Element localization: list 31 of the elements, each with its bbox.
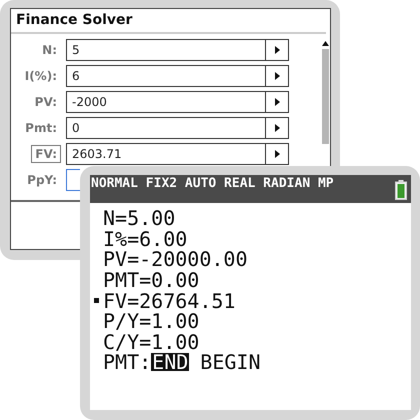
variable-line[interactable]: N=5.00 [103, 208, 176, 228]
field-label: PpY: [26, 172, 58, 189]
variable-line: PMT: [103, 352, 152, 372]
status-text: NORMAL FIX2 AUTO REAL RADIAN MP [91, 177, 334, 191]
variable-line[interactable]: FV=26764.51 [103, 290, 236, 311]
scrollbar[interactable] [320, 39, 330, 144]
field-label: N: [41, 42, 58, 59]
field-label: FV: [31, 145, 61, 163]
window-title: Finance Solver [11, 9, 326, 34]
arrow-icon [274, 98, 280, 106]
field-label: I(%): [24, 68, 58, 85]
arrow-icon [274, 72, 280, 80]
variable-line[interactable]: I%=6.00 [103, 228, 188, 249]
input-field[interactable]: 5 [66, 39, 289, 61]
arrow-icon [274, 46, 280, 54]
input-field[interactable]: -2000 [66, 91, 289, 113]
variable-line[interactable]: P/Y=1.00 [103, 311, 200, 332]
variable-line[interactable]: C/Y=1.00 [103, 332, 200, 352]
input-field[interactable]: 2603.71 [66, 143, 289, 165]
input-field[interactable]: 6 [66, 65, 289, 87]
variable-line[interactable]: PV=-20000.00 [103, 249, 248, 270]
mode-option[interactable]: END [151, 353, 190, 372]
variable-line[interactable]: PMT=0.00 [103, 270, 200, 290]
arrow-icon [274, 124, 280, 132]
field-label: PV: [34, 94, 58, 111]
up-arrow-icon[interactable] [322, 41, 328, 46]
mode-option[interactable]: BEGIN [199, 353, 262, 372]
arrow-icon [274, 150, 280, 158]
field-label: Pmt: [24, 120, 58, 137]
input-field[interactable]: 0 [66, 117, 289, 139]
battery-icon [395, 180, 407, 200]
